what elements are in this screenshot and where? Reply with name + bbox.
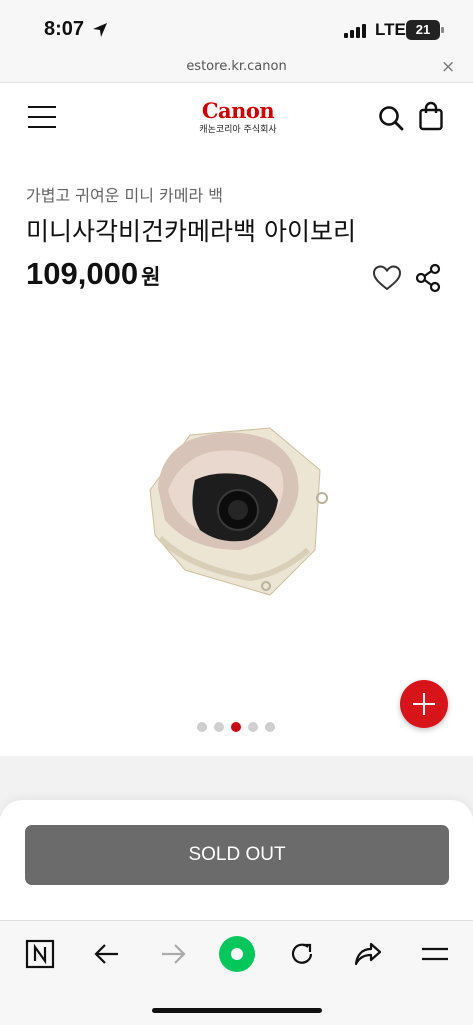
product-title: 미니사각비건카메라백 아이보리 [26,217,356,246]
product-subtitle: 가볍고 귀여운 미니 카메라 백 [26,186,223,205]
close-icon[interactable]: × [441,57,455,77]
canon-logo[interactable]: Canon [196,98,280,123]
share-arrow-icon[interactable] [353,939,383,969]
url-bar[interactable]: estore.kr.canon × [0,56,473,83]
battery-icon: 21 [406,20,444,40]
hamburger-menu-icon[interactable] [420,939,450,969]
status-time: 8:07 [44,18,85,40]
image-carousel-dots[interactable] [197,722,277,734]
logo-subtitle: 캐논코리아 주식회사 [199,125,277,135]
reload-icon[interactable] [287,939,317,969]
price-value: 109,000 [26,256,139,291]
carousel-dot[interactable] [248,722,258,732]
search-icon[interactable] [377,104,405,132]
shopping-bag-icon[interactable] [418,101,444,131]
status-bar: 8:07 LTE 21 [0,0,473,56]
signal-icon [344,24,366,38]
share-icon[interactable] [414,263,442,293]
home-indicator[interactable] [152,1008,322,1013]
heart-icon[interactable] [372,264,402,292]
carousel-dot[interactable] [197,722,207,732]
carousel-dot[interactable] [214,722,224,732]
url-text[interactable]: estore.kr.canon [0,59,473,74]
sold-out-button[interactable]: SOLD OUT [25,825,449,885]
forward-arrow-icon [162,944,186,964]
naver-n-icon[interactable] [25,939,55,969]
carousel-dot-active[interactable] [231,722,241,732]
carousel-dot[interactable] [265,722,275,732]
location-arrow-icon [93,23,107,37]
back-arrow-icon[interactable] [92,939,122,969]
product-price: 109,000 원 [26,256,160,292]
add-button[interactable] [400,680,448,728]
menu-icon[interactable] [28,106,58,130]
price-currency: 원 [141,266,161,289]
product-image[interactable] [130,400,340,610]
network-type: LTE [375,20,406,39]
naver-green-dot-icon[interactable] [218,935,256,973]
